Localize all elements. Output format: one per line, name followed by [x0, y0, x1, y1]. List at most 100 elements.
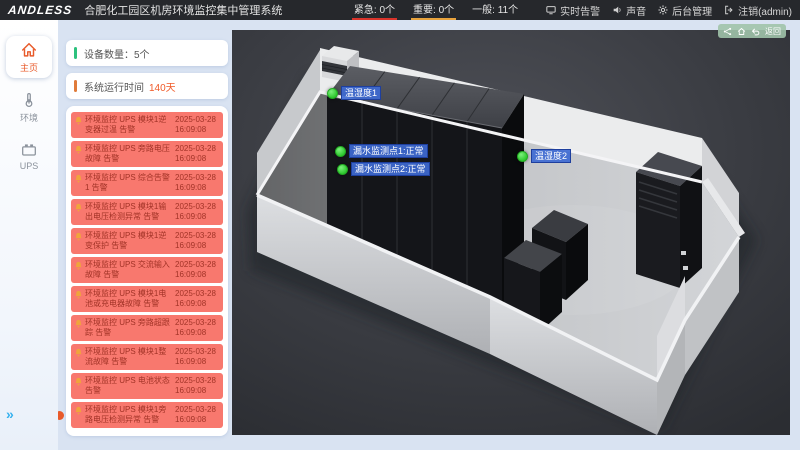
speaker-icon: [612, 5, 622, 15]
ups-battery-icon: [6, 141, 52, 159]
alarm-bell-icon: [74, 290, 83, 309]
logout-button[interactable]: 注销(admin): [724, 3, 792, 18]
viewport-toolbar: 返回: [718, 24, 786, 38]
stat-critical-label: 紧急:: [354, 5, 377, 16]
logout-icon: [724, 5, 734, 15]
share-icon[interactable]: [723, 27, 732, 36]
alarm-monitor-icon: [546, 5, 556, 15]
uptime-card: 系统运行时间 140天: [66, 73, 228, 99]
logout-label: 注销(admin): [738, 3, 792, 18]
alert-item[interactable]: 环境监控 UPS 模块1逆变器过温 告警 2025-03-28 16:09:08: [71, 112, 223, 138]
alert-date: 2025-03-28: [175, 202, 219, 212]
sidebar-item-home[interactable]: 主页: [6, 36, 52, 78]
alert-panel: 环境监控 UPS 模块1逆变器过温 告警 2025-03-28 16:09:08…: [66, 106, 228, 436]
app-root: ANDLESS 合肥化工园区机房环境监控集中管理系统 紧急: 0个 重要: 0个…: [0, 0, 800, 450]
stat-major: 重要: 0个: [411, 0, 456, 20]
device-count-card: 设备数量： 5个: [66, 40, 228, 66]
alert-timestamp: 16:09:08: [175, 415, 219, 425]
alarm-bell-icon: [74, 406, 83, 425]
alert-date: 2025-03-28: [175, 173, 219, 183]
alert-timestamp: 16:09:08: [175, 183, 219, 193]
page-title: 合肥化工园区机房环境监控集中管理系统: [84, 2, 282, 18]
sidebar-item-ups[interactable]: UPS: [6, 136, 52, 175]
sound-button[interactable]: 声音: [612, 3, 646, 18]
alarm-bell-icon: [74, 174, 83, 193]
alert-item[interactable]: 环境监控 UPS 模块1旁路电压检测异常 告警 2025-03-28 16:09…: [71, 402, 223, 428]
realtime-alarm-label: 实时告警: [560, 3, 600, 18]
gear-icon: [658, 5, 668, 15]
alert-title: 环境监控 UPS 模块1电池或充电器故障 告警: [85, 289, 173, 309]
alert-item[interactable]: 环境监控 UPS 旁路电压故障 告警 2025-03-28 16:09:08: [71, 141, 223, 167]
alert-title: 环境监控 UPS 电池状态 告警: [85, 376, 173, 396]
sensor-marker-temp-humidity-2[interactable]: 温湿度2: [517, 149, 571, 163]
alert-timestamp: 16:09:08: [175, 299, 219, 309]
alert-item[interactable]: 环境监控 UPS 模块1逆变保护 告警 2025-03-28 16:09:08: [71, 228, 223, 254]
alert-date: 2025-03-28: [175, 347, 219, 357]
uptime-value: 140天: [149, 79, 176, 94]
alert-item[interactable]: 环境监控 UPS 模块1电池或充电器故障 告警 2025-03-28 16:09…: [71, 286, 223, 312]
alarm-bell-icon: [74, 116, 83, 135]
sensor-marker-leak-2[interactable]: 漏水监测点2:正常: [337, 162, 430, 176]
alert-title: 环境监控 UPS 模块1输出电压检测异常 告警: [85, 202, 173, 222]
alert-item[interactable]: 环境监控 UPS 综合告警1 告警 2025-03-28 16:09:08: [71, 170, 223, 196]
stat-general: 一般: 11个: [470, 0, 520, 20]
alert-date: 2025-03-28: [175, 260, 219, 270]
alert-date: 2025-03-28: [175, 231, 219, 241]
back-icon[interactable]: [751, 27, 760, 36]
alert-timestamp: 16:09:08: [175, 328, 219, 338]
alert-date: 2025-03-28: [175, 376, 219, 386]
alert-item[interactable]: 环境监控 UPS 电池状态 告警 2025-03-28 16:09:08: [71, 373, 223, 399]
home-icon: [6, 41, 52, 59]
header-bar: ANDLESS 合肥化工园区机房环境监控集中管理系统 紧急: 0个 重要: 0个…: [0, 0, 800, 20]
alert-title: 环境监控 UPS 模块1逆变保护 告警: [85, 231, 173, 251]
alert-item[interactable]: 环境监控 UPS 交流输入故障 告警 2025-03-28 16:09:08: [71, 257, 223, 283]
sensor-marker-leak-1[interactable]: 漏水监测点1:正常: [335, 144, 428, 158]
alert-timestamp: 16:09:08: [175, 154, 219, 164]
alert-item[interactable]: 环境监控 UPS 旁路超跟踪 告警 2025-03-28 16:09:08: [71, 315, 223, 341]
alert-item[interactable]: 环境监控 UPS 模块1整流故障 告警 2025-03-28 16:09:08: [71, 344, 223, 370]
alert-item[interactable]: 环境监控 UPS 模块1输出电压检测异常 告警 2025-03-28 16:09…: [71, 199, 223, 225]
sensor-marker-temp-humidity-1[interactable]: 温湿度1: [327, 86, 381, 100]
alert-title: 环境监控 UPS 模块1逆变器过温 告警: [85, 115, 173, 135]
alert-time: 2025-03-28 16:09:08: [175, 405, 219, 425]
alarm-bell-icon: [74, 145, 83, 164]
green-accent-bar: [74, 47, 77, 59]
status-ok-dot: [335, 146, 346, 157]
alert-date: 2025-03-28: [175, 289, 219, 299]
admin-backend-button[interactable]: 后台管理: [658, 3, 712, 18]
alert-time: 2025-03-28 16:09:08: [175, 231, 219, 251]
uptime-label: 系统运行时间: [84, 79, 144, 94]
admin-backend-label: 后台管理: [672, 3, 712, 18]
alarm-bell-icon: [74, 377, 83, 396]
alert-time: 2025-03-28 16:09:08: [175, 260, 219, 280]
alert-time: 2025-03-28 16:09:08: [175, 347, 219, 367]
wall-cabinet[interactable]: [636, 152, 702, 288]
alarm-bell-icon: [74, 232, 83, 251]
sidebar-item-environment[interactable]: 环境: [6, 86, 52, 128]
alarm-bell-icon: [74, 261, 83, 280]
alert-title: 环境监控 UPS 综合告警1 告警: [85, 173, 173, 193]
alert-title: 环境监控 UPS 模块1整流故障 告警: [85, 347, 173, 367]
room-3d-viewport[interactable]: 返回: [232, 30, 790, 435]
stat-general-label: 一般:: [472, 5, 495, 16]
sidebar-collapse-button[interactable]: »: [6, 406, 12, 422]
stat-critical-value: 0个: [379, 5, 395, 16]
back-button-label[interactable]: 返回: [765, 26, 781, 37]
realtime-alarm-button[interactable]: 实时告警: [546, 3, 600, 18]
alert-title: 环境监控 UPS 旁路电压故障 告警: [85, 144, 173, 164]
alert-timestamp: 16:09:08: [175, 241, 219, 251]
alert-time: 2025-03-28 16:09:08: [175, 376, 219, 396]
alert-list: 环境监控 UPS 模块1逆变器过温 告警 2025-03-28 16:09:08…: [71, 112, 223, 428]
thermometer-icon: [6, 91, 52, 109]
device-count-value: 5个: [134, 46, 150, 61]
alert-timestamp: 16:09:08: [175, 212, 219, 222]
home-view-icon[interactable]: [737, 27, 746, 36]
alarm-bell-icon: [74, 203, 83, 222]
alert-time: 2025-03-28 16:09:08: [175, 115, 219, 135]
overview-column: 设备数量： 5个 系统运行时间 140天 环境监控 UPS 模块1逆变器过温 告…: [66, 40, 228, 436]
room-3d-canvas[interactable]: [232, 30, 790, 435]
orange-accent-bar: [74, 80, 77, 92]
alert-title: 环境监控 UPS 模块1旁路电压检测异常 告警: [85, 405, 173, 425]
alert-time: 2025-03-28 16:09:08: [175, 289, 219, 309]
alert-time: 2025-03-28 16:09:08: [175, 202, 219, 222]
